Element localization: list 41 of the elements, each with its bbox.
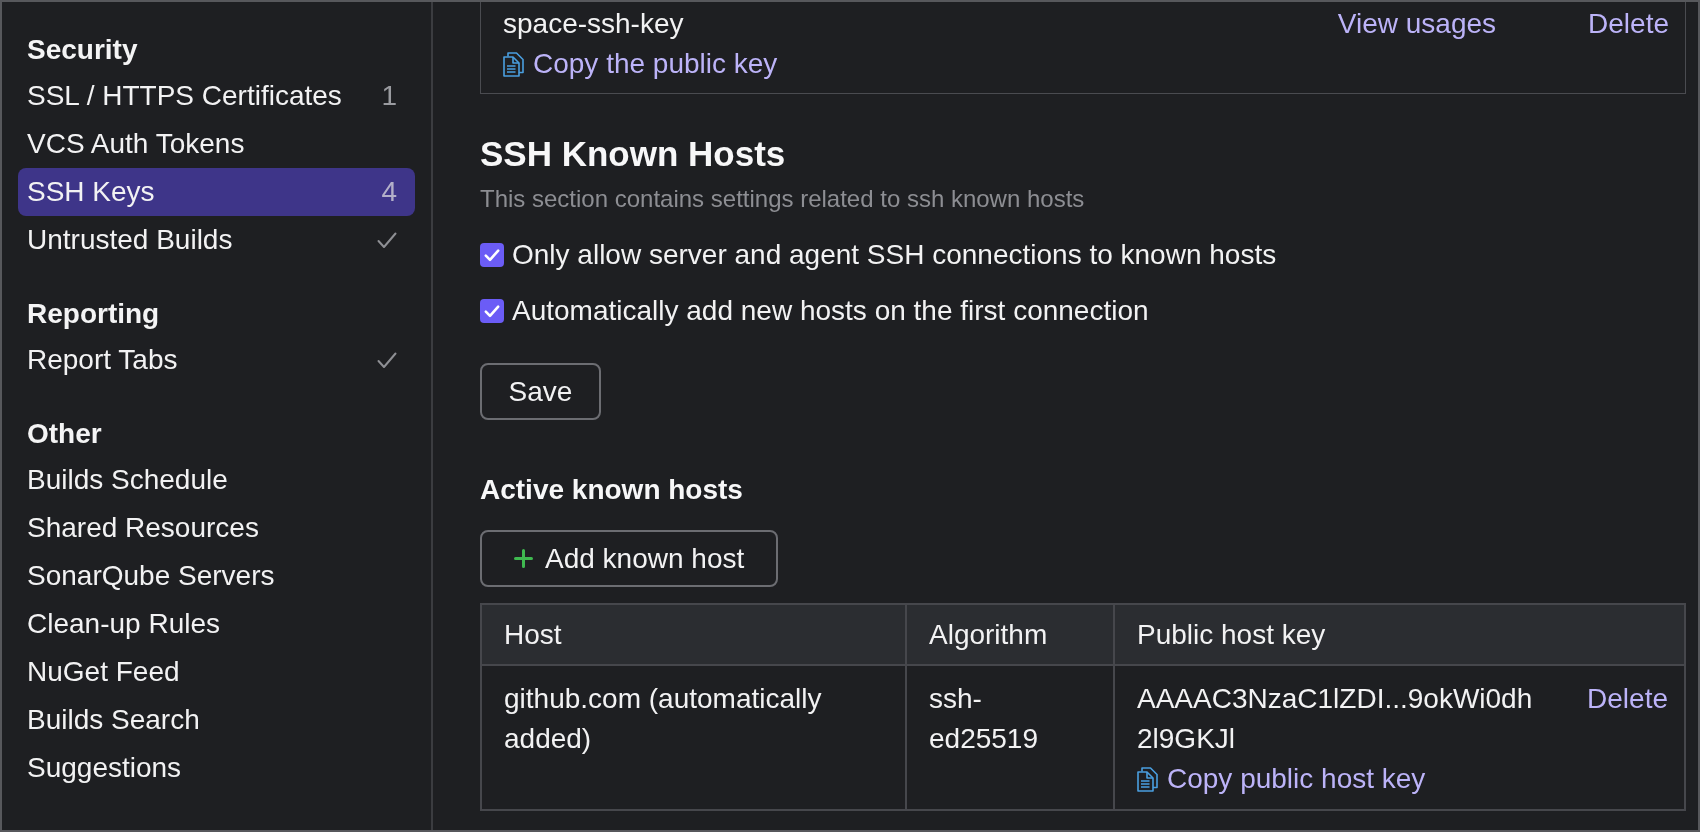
- key-name: space-ssh-key: [503, 7, 684, 41]
- save-button[interactable]: Save: [480, 363, 601, 420]
- sidebar-item[interactable]: Shared Resources: [18, 504, 415, 552]
- subsection-title: Active known hosts: [480, 473, 744, 507]
- checkbox-label[interactable]: Only allow server and agent SSH connections to known hosts: [512, 235, 1277, 275]
- section-heading: Other: [26, 417, 103, 451]
- sidebar-item[interactable]: Untrusted Builds: [18, 216, 415, 264]
- public-key-text: AAAAC3NzaC1lZDI...9okWi0dh2l9GKJl: [1137, 682, 1534, 756]
- sidebar-item[interactable]: Report Tabs: [18, 336, 415, 384]
- table-cell: ssh-ed25519: [906, 665, 1114, 810]
- item-count: 1: [381, 79, 397, 113]
- item-count: 4: [381, 175, 397, 209]
- copy-link[interactable]: Copy public host key: [1137, 759, 1426, 799]
- action-link[interactable]: Delete: [1588, 4, 1669, 44]
- section-heading: Reporting: [26, 297, 161, 331]
- sidebar-item[interactable]: SonarQube Servers: [18, 552, 415, 600]
- checkbox[interactable]: [480, 243, 504, 267]
- section-description: This section contains settings related to ssh known hosts: [480, 184, 1086, 214]
- checkbox[interactable]: [480, 299, 504, 323]
- table-cell: github.com (automatically added): [481, 665, 906, 810]
- sidebar-item[interactable]: Builds Schedule: [18, 456, 415, 504]
- documents-icon: [1137, 766, 1158, 792]
- column-header: Public host key: [1114, 604, 1685, 665]
- sidebar-item[interactable]: Clean-up Rules: [18, 600, 415, 648]
- sidebar-item[interactable]: VCS Auth Tokens: [18, 120, 415, 168]
- column-header: Algorithm: [906, 604, 1114, 665]
- checkbox-label[interactable]: Automatically add new hosts on the first connection: [512, 291, 1149, 331]
- section-title: SSH Known Hosts: [480, 133, 787, 175]
- copy-link[interactable]: Copy the public key: [503, 44, 778, 84]
- action-link[interactable]: View usages: [1337, 4, 1497, 44]
- add-known-host-button[interactable]: Add known host: [480, 530, 778, 587]
- section-heading: Security: [26, 33, 139, 67]
- sidebar-item[interactable]: SSH Keys 4: [18, 168, 415, 216]
- documents-icon: [503, 51, 524, 77]
- plus-icon: [514, 549, 533, 568]
- delete-link[interactable]: Delete: [1587, 679, 1668, 719]
- sidebar-item[interactable]: Suggestions: [18, 744, 415, 792]
- sidebar-item[interactable]: Builds Search: [18, 696, 415, 744]
- column-header: Host: [481, 604, 906, 665]
- sidebar-item[interactable]: NuGet Feed: [18, 648, 415, 696]
- sidebar-item[interactable]: SSL / HTTPS Certificates 1: [18, 72, 415, 120]
